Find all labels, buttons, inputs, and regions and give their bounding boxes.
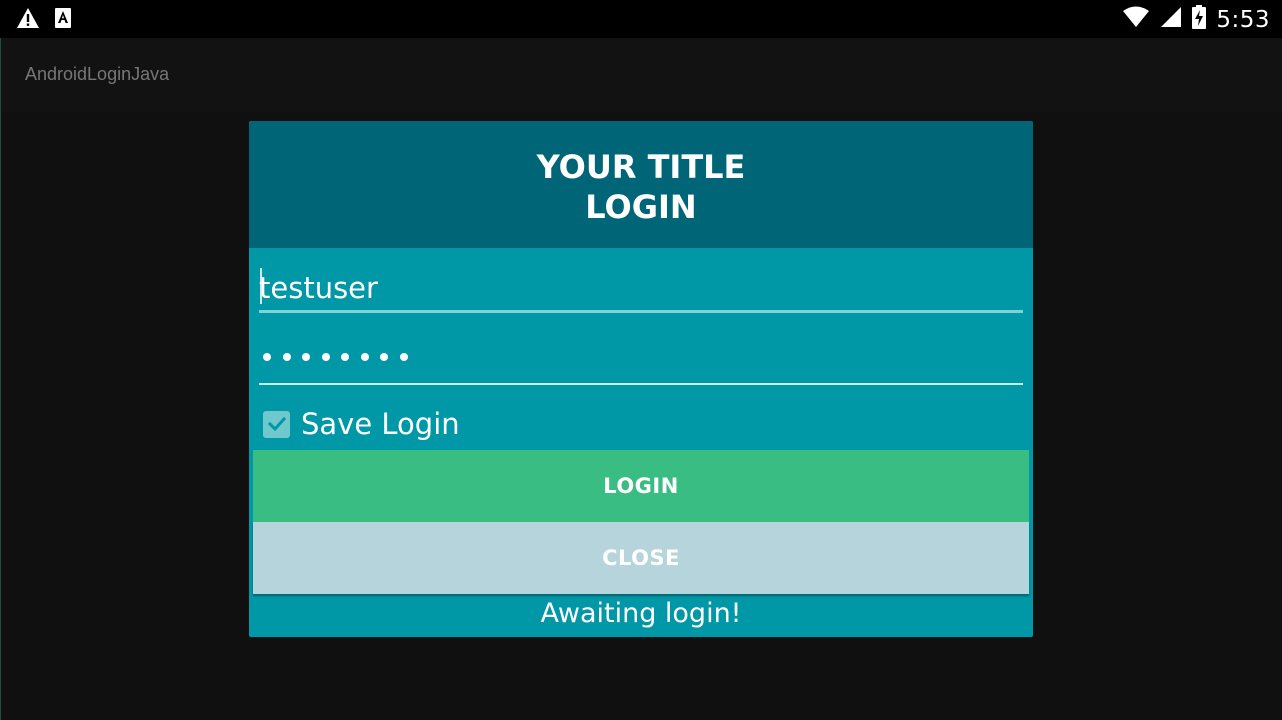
password-underline — [259, 383, 1023, 385]
save-login-label: Save Login — [301, 407, 460, 441]
warning-icon — [16, 7, 40, 34]
login-button[interactable]: LOGIN — [253, 450, 1029, 522]
wifi-icon — [1122, 6, 1150, 33]
password-dot — [380, 353, 388, 361]
password-dot — [360, 353, 369, 361]
password-dot — [341, 353, 349, 361]
save-login-row[interactable]: Save Login — [263, 407, 460, 441]
login-dialog: YOUR TITLE LOGIN testuser Save Login LOG — [249, 121, 1033, 637]
dialog-title-line1: YOUR TITLE — [536, 148, 746, 186]
signal-icon — [1160, 6, 1182, 33]
notification-a-icon — [54, 7, 72, 34]
status-right-icons: 5:53 — [1122, 5, 1270, 34]
checkmark-icon — [267, 416, 286, 432]
dialog-title-line2: LOGIN — [585, 188, 697, 226]
password-dot — [263, 353, 271, 361]
username-field[interactable]: testuser — [259, 263, 1023, 313]
close-button[interactable]: CLOSE — [253, 522, 1029, 594]
password-value — [263, 353, 408, 361]
app-title: AndroidLoginJava — [25, 64, 170, 84]
dialog-title: YOUR TITLE LOGIN — [249, 147, 1033, 227]
username-value: testuser — [259, 271, 378, 305]
status-left-icons — [16, 7, 72, 34]
dialog-header: YOUR TITLE LOGIN — [249, 121, 1033, 248]
status-time: 5:53 — [1216, 6, 1270, 33]
username-underline — [259, 310, 1023, 313]
battery-charging-icon — [1192, 5, 1207, 34]
password-field[interactable] — [259, 335, 1023, 385]
status-message: Awaiting login! — [540, 598, 742, 629]
save-login-checkbox[interactable] — [263, 410, 290, 438]
password-dot — [302, 353, 310, 361]
status-bar: 5:53 — [0, 0, 1282, 38]
password-dot — [321, 353, 330, 361]
app-bar: AndroidLoginJava — [0, 38, 1282, 112]
left-edge-divider — [0, 38, 1, 720]
password-dot — [399, 353, 408, 361]
password-dot — [282, 353, 291, 361]
